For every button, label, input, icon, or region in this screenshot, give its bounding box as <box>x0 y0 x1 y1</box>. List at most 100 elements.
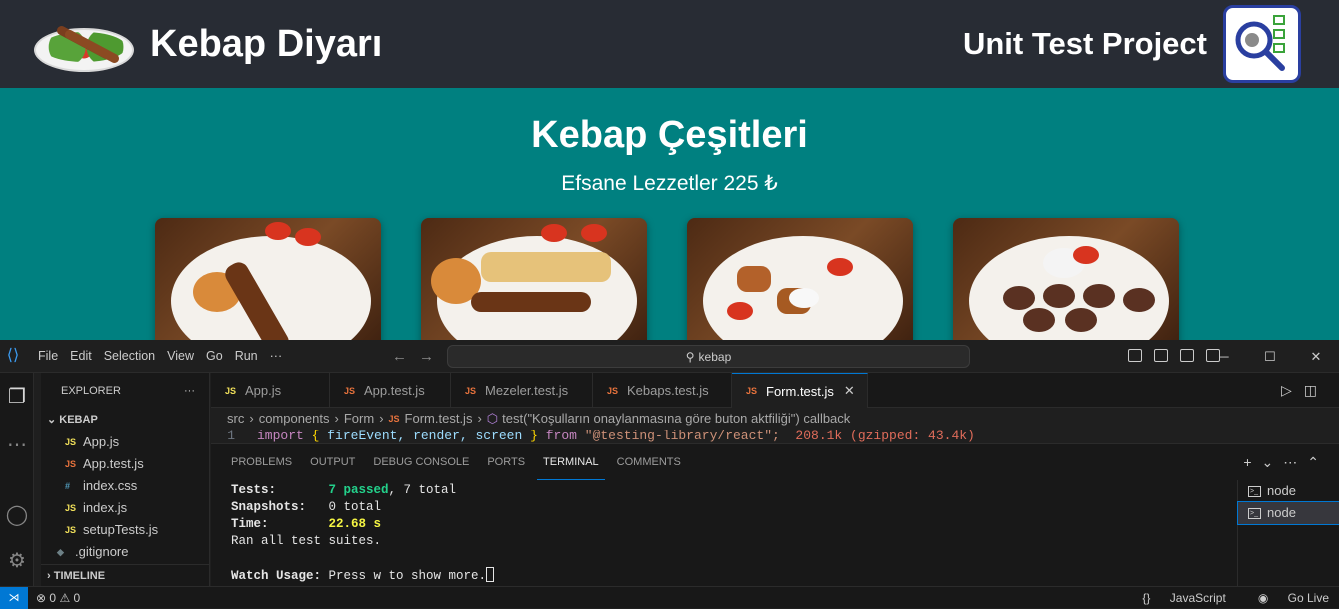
code-line-1[interactable]: 1 import { fireEvent, render, screen } fr… <box>211 430 1339 442</box>
code-brace: } <box>530 430 538 442</box>
run-icon[interactable]: ▷ <box>1281 382 1304 398</box>
menu-more[interactable]: ··· <box>264 349 289 363</box>
breadcrumb-components[interactable]: components <box>259 408 330 430</box>
js-file-icon: JS <box>225 385 237 396</box>
kebap-card-4[interactable] <box>953 218 1179 340</box>
minimize-icon[interactable]: ─ <box>1201 340 1247 373</box>
warning-icon: ⚠ <box>59 590 71 605</box>
term-ran-all: Ran all test suites. <box>231 534 382 548</box>
menu-selection[interactable]: Selection <box>98 349 161 363</box>
js-test-file-icon: JS <box>607 385 619 396</box>
go-live-label: Go Live <box>1287 591 1329 605</box>
menu-file[interactable]: File <box>32 349 64 363</box>
breadcrumb-form[interactable]: Form <box>344 408 374 430</box>
search-icon: ⚲ <box>685 349 695 364</box>
tab-problems[interactable]: PROBLEMS <box>225 444 298 480</box>
tab-ports[interactable]: PORTS <box>481 444 531 480</box>
kebap-card-3[interactable] <box>687 218 913 340</box>
term-snapshots-value: 0 total <box>328 500 382 514</box>
file-label: setupTests.js <box>83 522 159 537</box>
menu-go[interactable]: Go <box>200 349 229 363</box>
account-icon[interactable]: ◯ <box>5 503 29 527</box>
explorer-header: EXPLORER ··· <box>41 373 209 409</box>
back-arrow-icon[interactable]: ← <box>392 348 419 365</box>
file-index-js[interactable]: JS index.js <box>41 497 209 519</box>
error-icon: ⊗ <box>36 590 47 605</box>
kebap-card-2[interactable] <box>421 218 647 340</box>
file-gitignore[interactable]: ◆ .gitignore <box>41 541 209 563</box>
file-setuptests-js[interactable]: JS setupTests.js <box>41 519 209 541</box>
nav-arrows: ←→ <box>392 348 446 365</box>
close-icon[interactable]: ✕ <box>1293 340 1339 373</box>
project-info: Unit Test Project <box>963 5 1301 83</box>
terminal-icon: >_ <box>1248 507 1261 519</box>
timeline-section[interactable]: › TIMELINE <box>41 564 209 586</box>
toggle-secondary-sidebar-icon[interactable] <box>1180 349 1194 362</box>
tab-label: App.js <box>245 383 282 398</box>
tab-mezeler-test-js[interactable]: JS Mezeler.test.js <box>451 373 593 408</box>
more-views-icon[interactable]: ⋯ <box>5 433 29 457</box>
problems-status[interactable]: ⊗ 0 ⚠ 0 <box>36 591 80 605</box>
close-tab-icon[interactable]: ✕ <box>844 383 855 399</box>
breadcrumb-src[interactable]: src <box>227 408 244 430</box>
js-file-icon: JS <box>65 525 77 535</box>
terminal-item-1[interactable]: >_ node <box>1238 480 1339 502</box>
split-editor-icon[interactable]: ◫ <box>1304 382 1329 398</box>
tab-form-test-js[interactable]: JS Form.test.js ✕ <box>732 373 868 408</box>
file-index-css[interactable]: # index.css <box>41 475 209 497</box>
tab-debug-console[interactable]: DEBUG CONSOLE <box>367 444 475 480</box>
breadcrumb-file[interactable]: Form.test.js <box>405 408 473 430</box>
settings-gear-icon[interactable]: ⚙ <box>5 549 29 573</box>
remote-icon[interactable]: ⋊ <box>0 586 28 609</box>
editor-tabs: JS App.js JS App.test.js JS Mezeler.test… <box>211 373 1339 408</box>
terminal-output[interactable]: Tests: 7 passed, 7 total Snapshots: 0 to… <box>231 482 495 585</box>
more-actions-icon[interactable]: ⋯ <box>1283 454 1307 470</box>
term-watch-text: Press w to show more. <box>328 569 487 583</box>
tab-label: Form.test.js <box>766 383 834 399</box>
file-app-test-js[interactable]: JS App.test.js <box>41 453 209 475</box>
activity-bar: ❐ ⋯ ◯ ⚙ <box>0 373 34 586</box>
tab-kebaps-test-js[interactable]: JS Kebaps.test.js <box>593 373 732 408</box>
vscode-window: ⟨⟩ File Edit Selection View Go Run ··· ←… <box>0 340 1339 609</box>
js-test-file-icon: JS <box>465 385 477 396</box>
menu-edit[interactable]: Edit <box>64 349 98 363</box>
tab-app-test-js[interactable]: JS App.test.js <box>330 373 451 408</box>
maximize-panel-icon[interactable]: ⌃ <box>1307 454 1329 470</box>
kebap-card-1[interactable] <box>155 218 381 340</box>
chevron-right-icon: › <box>379 411 384 426</box>
forward-arrow-icon[interactable]: → <box>419 348 446 365</box>
file-label: index.css <box>83 478 138 493</box>
css-file-icon: # <box>65 481 71 491</box>
go-live-button[interactable]: ◉ Go Live <box>1242 591 1329 605</box>
toggle-sidebar-icon[interactable] <box>1128 349 1142 362</box>
tab-terminal[interactable]: TERMINAL <box>537 444 605 480</box>
chevron-right-icon: › <box>477 411 482 426</box>
tab-app-js[interactable]: JS App.js <box>211 373 330 408</box>
tab-comments[interactable]: COMMENTS <box>611 444 687 480</box>
timeline-label: TIMELINE <box>53 570 106 582</box>
code-names: fireEvent, render, screen <box>327 430 523 442</box>
breadcrumb: src › components › Form › JS Form.test.j… <box>211 408 1339 430</box>
code-module: "@testing-library/react"; <box>584 430 780 442</box>
explorer-icon[interactable]: ❐ <box>5 385 29 409</box>
panel-actions: +⌄⋯⌃ <box>1243 454 1329 471</box>
term-tests-total: , 7 total <box>388 483 457 497</box>
breadcrumb-symbol[interactable]: test("Koşulların onaylanmasına göre buto… <box>502 408 850 430</box>
menu-run[interactable]: Run <box>229 349 264 363</box>
file-label: .gitignore <box>75 544 129 559</box>
folder-kebap[interactable]: ⌄ KEBAP <box>41 409 209 431</box>
toggle-panel-icon[interactable] <box>1154 349 1168 362</box>
js-test-file-icon: JS <box>65 459 77 469</box>
explorer-more-icon[interactable]: ··· <box>184 385 195 397</box>
code-import: import <box>257 430 304 442</box>
new-terminal-icon[interactable]: +⌄ <box>1243 454 1283 470</box>
terminal-item-2[interactable]: >_ node <box>1237 501 1339 525</box>
maximize-icon[interactable]: ☐ <box>1247 340 1293 373</box>
command-center-search[interactable]: ⚲ kebap <box>447 345 970 368</box>
file-app-js[interactable]: JS App.js <box>41 431 209 453</box>
language-mode[interactable]: {} JavaScript <box>1126 591 1225 605</box>
tab-output[interactable]: OUTPUT <box>304 444 361 480</box>
page-subtitle: Efsane Lezzetler 225 ₺ <box>561 172 778 195</box>
menu-view[interactable]: View <box>161 349 200 363</box>
js-file-icon: JS <box>65 437 77 447</box>
